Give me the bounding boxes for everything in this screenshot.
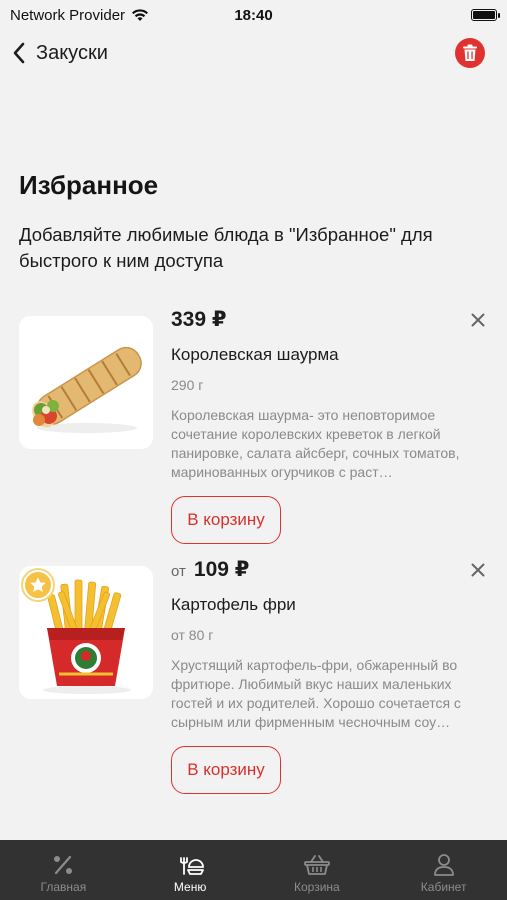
- product-image-shawarma[interactable]: [19, 316, 153, 449]
- price-prefix: от: [171, 563, 186, 580]
- item-weight: 290 г: [171, 377, 204, 393]
- item-description: Королевская шаурма- это неповторимое соч…: [171, 407, 460, 480]
- tab-label: Кабинет: [420, 880, 467, 894]
- price-row: от 109 ₽: [171, 557, 489, 587]
- profile-icon: [433, 854, 454, 876]
- percent-icon: [54, 855, 73, 875]
- tab-bar: Главная Меню Корзина Кабинет: [0, 840, 507, 900]
- back-button[interactable]: Закуски: [12, 42, 108, 65]
- item-price: 339 ₽: [171, 308, 227, 331]
- tab-menu[interactable]: Меню: [140, 854, 240, 894]
- shawarma-image: [19, 316, 153, 449]
- back-label: Закуски: [36, 41, 108, 64]
- price-row: 339 ₽: [171, 307, 489, 337]
- item-info: от 109 ₽ Картофель фри от 80 г Хрустящий…: [171, 555, 489, 794]
- clear-favorites-button[interactable]: [455, 38, 485, 68]
- item-name[interactable]: Королевская шаурма: [171, 345, 489, 365]
- trash-icon: [463, 44, 477, 61]
- add-to-cart-button[interactable]: В корзину: [171, 746, 281, 794]
- battery-icon: [471, 9, 500, 21]
- wifi-icon: [132, 9, 149, 21]
- item-info: 339 ₽ Королевская шаурма 290 г Королевск…: [171, 305, 489, 544]
- tab-label: Меню: [173, 880, 207, 894]
- add-to-cart-button[interactable]: В корзину: [171, 496, 281, 544]
- favorite-item-card: от 109 ₽ Картофель фри от 80 г Хрустящий…: [19, 555, 489, 794]
- nav-bar: Закуски: [0, 30, 507, 76]
- tab-label: Корзина: [294, 880, 340, 894]
- tab-profile[interactable]: Кабинет: [394, 854, 494, 894]
- tab-label: Главная: [40, 880, 87, 894]
- item-price: 109 ₽: [193, 558, 250, 581]
- status-bar: Network Provider 18:40: [0, 0, 507, 30]
- item-weight: от 80 г: [171, 627, 214, 643]
- star-badge: [23, 570, 53, 600]
- page-subtitle: Добавляйте любимые блюда в "Избранное" д…: [19, 224, 433, 271]
- carrier-label: Network Provider: [10, 6, 126, 24]
- product-image-fries[interactable]: [19, 566, 153, 699]
- basket-icon: [303, 855, 330, 875]
- item-name[interactable]: Картофель фри: [171, 595, 489, 615]
- clock: 18:40: [234, 6, 273, 24]
- tab-home[interactable]: Главная: [13, 854, 113, 894]
- item-description: Хрустящий картофель-фри, обжаренный во ф…: [171, 657, 461, 730]
- close-icon: [471, 313, 485, 327]
- close-icon: [471, 563, 485, 577]
- chevron-left-icon: [13, 42, 25, 64]
- favorite-item-card: 339 ₽ Королевская шаурма 290 г Королевск…: [19, 305, 489, 544]
- remove-favorite-button[interactable]: [467, 559, 489, 581]
- menu-icon: [180, 857, 205, 875]
- tab-cart[interactable]: Корзина: [267, 854, 367, 894]
- page-title: Избранное: [19, 170, 159, 200]
- star-icon: [30, 577, 46, 593]
- status-left: Network Provider: [10, 7, 149, 24]
- remove-favorite-button[interactable]: [467, 309, 489, 331]
